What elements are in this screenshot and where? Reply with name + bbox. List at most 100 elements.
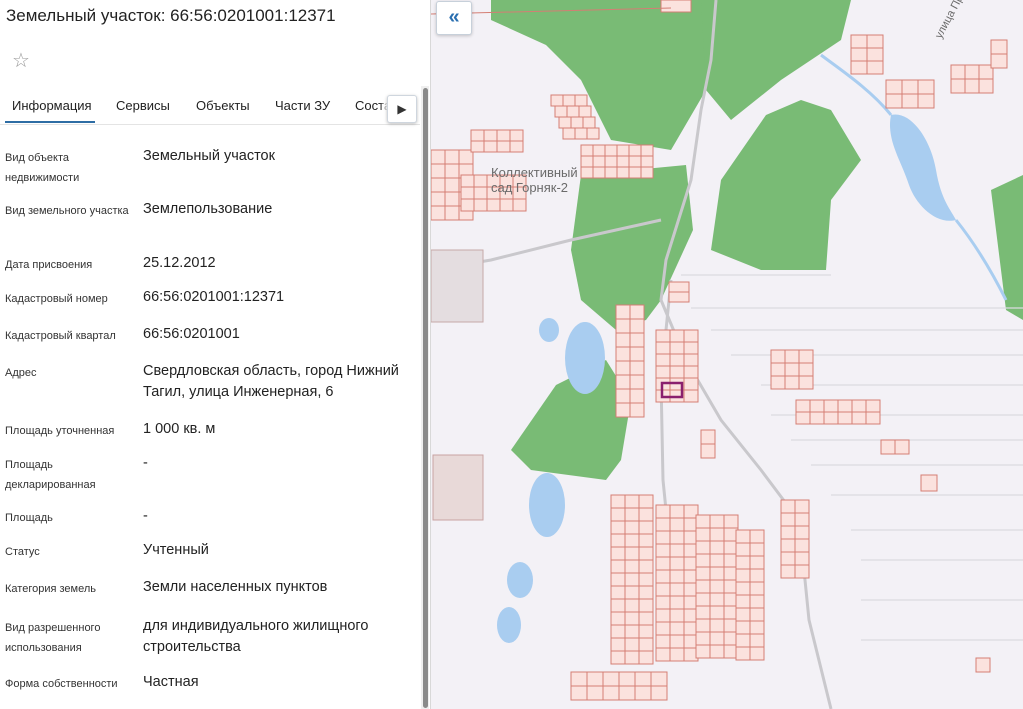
parcel: [629, 360, 645, 376]
parcel: [444, 177, 460, 193]
parcel: [473, 174, 488, 188]
double-chevron-left-icon[interactable]: «: [436, 1, 472, 35]
parcel: [850, 60, 868, 75]
parcel: [483, 129, 498, 142]
parcel: [823, 399, 839, 413]
star-icon[interactable]: ☆: [12, 48, 30, 73]
parcel: [950, 64, 966, 80]
parcel: [470, 129, 485, 142]
property-label: Вид разрешенного использования: [5, 622, 101, 654]
parcel: [794, 525, 810, 540]
parcel: [610, 559, 626, 574]
property-value: 66:56:0201001:12371: [143, 289, 285, 305]
parcel: [709, 514, 725, 529]
property-value: 25.12.2012: [143, 255, 216, 271]
parcel: [749, 555, 765, 570]
tab-information[interactable]: Информация: [12, 98, 92, 113]
parcel: [669, 608, 685, 623]
parcel: [610, 572, 626, 587]
parcel: [618, 671, 636, 687]
parcel: [784, 349, 800, 364]
parcel: [638, 637, 654, 652]
parcel: [655, 569, 671, 584]
parcel: [444, 191, 460, 207]
parcel: [634, 685, 652, 701]
parcel: [668, 291, 690, 303]
parcel: [610, 598, 626, 613]
parcel: [695, 592, 711, 607]
parcel: [784, 362, 800, 377]
parcel: [628, 155, 642, 168]
parcel: [512, 198, 527, 212]
parcel: [444, 205, 460, 221]
map-canvas[interactable]: [431, 0, 1023, 709]
parcel: [669, 595, 685, 610]
parcel: [780, 538, 796, 553]
parcel: [640, 144, 654, 157]
parcel: [638, 546, 654, 561]
parcel: [964, 64, 980, 80]
parcel: [655, 595, 671, 610]
parcel: [901, 79, 919, 95]
parcel: [669, 329, 685, 343]
parcel: [624, 624, 640, 639]
parcel: [950, 78, 966, 94]
parcel: [616, 166, 630, 179]
parcel: [470, 140, 485, 153]
property-label: Площадь уточненная: [5, 425, 115, 437]
parcel: [655, 543, 671, 558]
parcel: [709, 592, 725, 607]
tab-parts[interactable]: Части ЗУ: [275, 98, 330, 113]
scrollbar-thumb[interactable]: [423, 88, 428, 708]
parcel: [975, 657, 991, 673]
parcel: [634, 671, 652, 687]
parcel: [638, 624, 654, 639]
parcel: [574, 94, 588, 107]
parcel: [917, 79, 935, 95]
parcel: [629, 346, 645, 362]
parcel: [709, 553, 725, 568]
parcel: [624, 507, 640, 522]
parcel: [735, 581, 751, 596]
parcel: [709, 566, 725, 581]
parcel: [638, 611, 654, 626]
parcel: [695, 540, 711, 555]
parcel: [610, 507, 626, 522]
parcel: [629, 388, 645, 404]
parcel: [604, 166, 618, 179]
parcel: [735, 555, 751, 570]
parcel: [431, 163, 446, 179]
parcel: [749, 620, 765, 635]
parcel: [638, 507, 654, 522]
parcel: [655, 634, 671, 649]
parcel: [735, 633, 751, 648]
parcel: [624, 572, 640, 587]
parcel: [602, 685, 620, 701]
parcel: [885, 93, 903, 109]
parcel: [431, 205, 446, 221]
parcel: [638, 598, 654, 613]
cadastral-map[interactable]: Коллективный сад Горняк-2 улица Продольн…: [431, 0, 1023, 709]
parcel: [683, 329, 699, 343]
parcel: [558, 116, 572, 129]
parcel: [615, 360, 631, 376]
parcel: [610, 624, 626, 639]
parcel: [586, 671, 604, 687]
parcel: [669, 556, 685, 571]
chevron-right-icon[interactable]: ▶: [387, 95, 417, 123]
parcel: [901, 93, 919, 109]
parcel: [655, 517, 671, 532]
property-value: Учтенный: [143, 542, 209, 558]
property-label: Площадь: [5, 512, 53, 524]
parcel: [496, 140, 511, 153]
tab-objects[interactable]: Объекты: [196, 98, 250, 113]
parcel: [629, 304, 645, 320]
parcel: [990, 39, 1008, 55]
parcel: [669, 353, 685, 367]
parcel: [566, 105, 580, 118]
parcel: [669, 647, 685, 662]
tab-services[interactable]: Сервисы: [116, 98, 170, 113]
parcel: [784, 375, 800, 390]
parcel: [604, 144, 618, 157]
parcel: [624, 637, 640, 652]
